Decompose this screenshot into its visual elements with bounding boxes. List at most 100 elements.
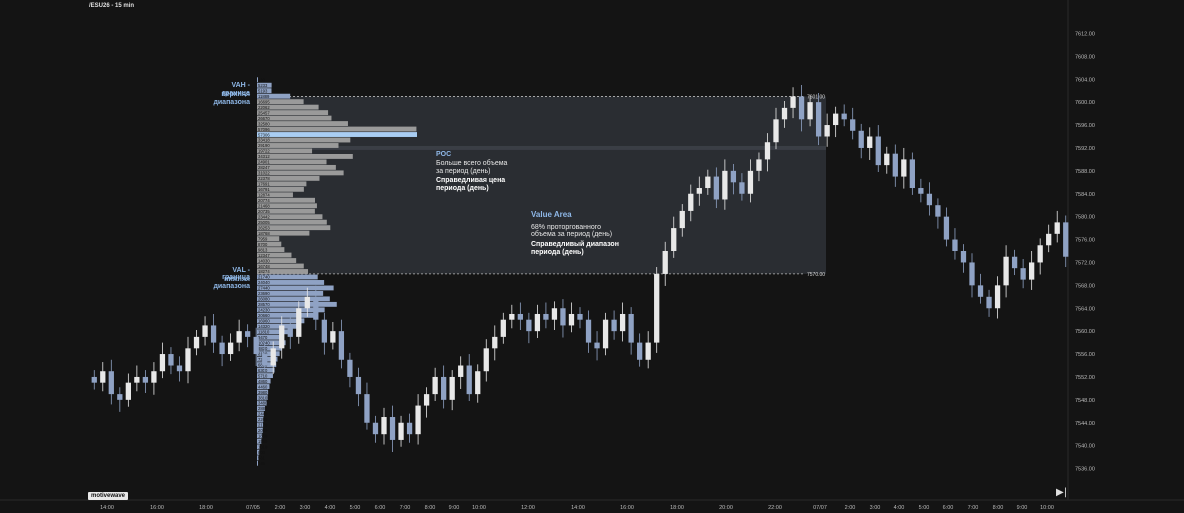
x-tick-label: 16:00 — [150, 505, 164, 511]
profile-volume-label: 8830 — [258, 346, 268, 351]
candle-body — [611, 319, 617, 332]
profile-volume-label: 21740 — [258, 275, 270, 280]
profile-volume-label: 24040 — [258, 280, 270, 285]
x-tick-label: 4:00 — [894, 505, 905, 511]
candle-body — [168, 354, 174, 366]
x-tick-label: 18:00 — [199, 505, 213, 511]
candle-body — [526, 319, 532, 332]
y-tick-label: 7536.00 — [1075, 467, 1095, 473]
candle-body — [884, 153, 890, 166]
candle-body — [1063, 222, 1069, 257]
x-tick-label: 18:00 — [670, 505, 684, 511]
candle-body — [850, 119, 856, 131]
y-tick-label: 7576.00 — [1075, 238, 1095, 244]
profile-volume-label: 5710 — [258, 373, 268, 378]
profile-volume-label: 24230 — [258, 308, 270, 313]
profile-volume-label: 2440 — [258, 412, 268, 417]
profile-volume-label: 57306 — [258, 132, 270, 137]
candle-body — [875, 136, 881, 166]
profile-volume-label: 6300 — [258, 368, 268, 373]
candle-body — [1020, 268, 1026, 280]
candle-body — [1054, 222, 1060, 234]
price-chart[interactable]: 7601.007570.0013052335193118891669522062… — [0, 0, 1184, 513]
profile-volume-label: 25457 — [258, 110, 270, 115]
x-tick-label: 07/07 — [813, 505, 827, 511]
va-title: Value Area — [531, 210, 572, 219]
candle-body — [654, 273, 660, 343]
candle-body — [867, 136, 873, 148]
y-tick-label: 7568.00 — [1075, 283, 1095, 289]
val-label-2: граница диапазона — [190, 273, 250, 291]
candle-body — [841, 113, 847, 120]
candle-body — [1037, 245, 1043, 263]
profile-volume-label: 130 — [258, 77, 266, 82]
candle-body — [219, 342, 225, 355]
candle-body — [441, 376, 447, 400]
candle-body — [381, 417, 387, 435]
profile-volume-label: 12874 — [258, 193, 270, 198]
candle-body — [960, 251, 967, 263]
candle-body — [602, 319, 609, 349]
val-label-line2: граница диапазона — [213, 274, 250, 290]
profile-volume-label: 22378 — [258, 176, 270, 181]
candle-body — [977, 285, 984, 297]
candle-body — [270, 348, 276, 366]
y-tick-label: 7560.00 — [1075, 329, 1095, 335]
jump-to-latest-icon[interactable]: ▶| — [1056, 487, 1067, 498]
candle-body — [551, 308, 558, 320]
profile-volume-label: 4460 — [258, 384, 268, 389]
candle-body — [432, 376, 438, 395]
profile-volume-label: 26080 — [258, 297, 270, 302]
candle-body — [833, 113, 839, 126]
candle-body — [798, 96, 805, 120]
profile-volume-label: 19722 — [258, 149, 270, 154]
candle-body — [1046, 233, 1052, 246]
x-tick-label: 7:00 — [968, 505, 979, 511]
poc-band — [257, 145, 826, 150]
candle-body — [1011, 256, 1018, 269]
profile-bar — [257, 137, 351, 143]
candle-body — [713, 176, 719, 200]
candle-body — [781, 107, 788, 120]
x-tick-label: 2:00 — [275, 505, 286, 511]
candle-body — [185, 348, 191, 372]
profile-volume-label: 27440 — [258, 286, 270, 291]
profile-volume-label: 5233 — [258, 83, 268, 88]
profile-bar — [257, 132, 417, 137]
candle-body — [773, 119, 779, 143]
candle-body — [423, 394, 430, 406]
profile-volume-label: 32580 — [258, 121, 270, 126]
candle-body — [994, 285, 1001, 309]
y-tick-label: 7596.00 — [1075, 123, 1095, 129]
profile-volume-label: 20735 — [258, 209, 270, 214]
profile-volume-label: 9813 — [258, 247, 268, 252]
profile-volume-label: 17691 — [258, 182, 270, 187]
candle-body — [227, 342, 234, 355]
profile-volume-label: 22062 — [258, 105, 270, 110]
profile-volume-label: 11810 — [258, 330, 270, 335]
x-tick-label: 5:00 — [919, 505, 930, 511]
candle-body — [91, 376, 97, 383]
candle-body — [935, 205, 941, 217]
profile-volume-label: 7959 — [258, 236, 268, 241]
candle-body — [858, 130, 864, 148]
x-tick-label: 9:00 — [1017, 505, 1028, 511]
candle-body — [986, 296, 992, 309]
x-tick-label: 20:00 — [719, 505, 733, 511]
y-tick-label: 7552.00 — [1075, 375, 1095, 381]
profile-volume-label: 57096 — [258, 127, 270, 132]
poc-desc-2: за период (день) — [436, 168, 491, 175]
profile-volume-label: 531 — [258, 456, 266, 461]
candle-body — [909, 159, 915, 189]
vah-label-2: граница диапазона — [190, 89, 250, 107]
poc-bold-2: периода (день) — [436, 185, 489, 192]
candle-body — [134, 376, 140, 383]
val-price-label: 7570.00 — [807, 272, 825, 278]
profile-volume-label: 800 — [258, 450, 266, 455]
candle-body — [756, 159, 762, 171]
profile-volume-label: 16791 — [258, 187, 270, 192]
motivewave-logo: motivewave — [88, 492, 129, 500]
candle-body — [176, 365, 183, 372]
profile-volume-label: 21468 — [258, 203, 270, 208]
candle-body — [696, 188, 702, 194]
